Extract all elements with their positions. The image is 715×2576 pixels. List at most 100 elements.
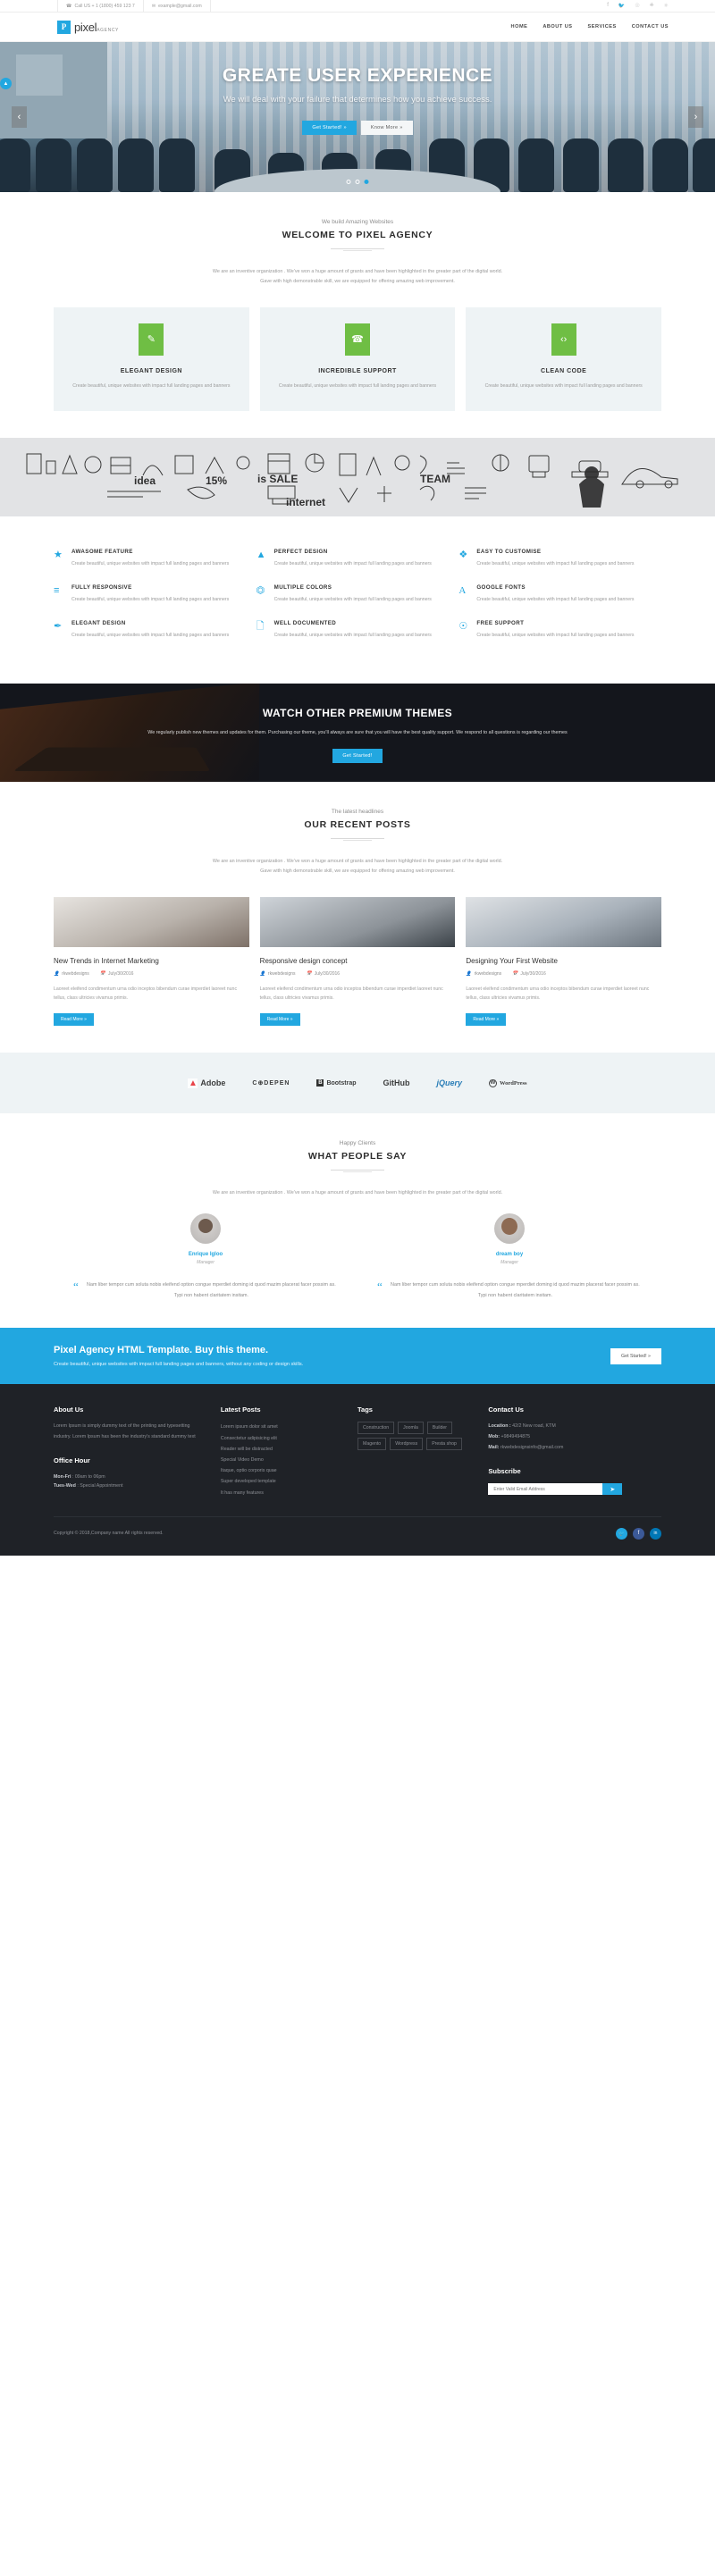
tag-item[interactable]: Joomla (398, 1422, 424, 1435)
feature-free-support[interactable]: ☉ FREE SUPPORT Create beautiful, unique … (458, 620, 661, 656)
nav-item-services[interactable]: SERVICES (588, 24, 617, 29)
post-thumbnail[interactable] (466, 896, 662, 947)
feature-well-documented[interactable]: 🗋 WELL DOCUMENTED Create beautiful, uniq… (257, 620, 459, 656)
post-thumbnail[interactable] (259, 896, 456, 947)
hero-dot-2[interactable] (355, 180, 360, 184)
post-read-more-button[interactable]: Read More » (54, 1013, 94, 1027)
feature-elegant-design[interactable]: ✒ ELEGANT DESIGN Create beautiful, uniqu… (54, 620, 257, 656)
adobe-logo[interactable]: ▲ Adobe (188, 1078, 225, 1088)
hero-next-arrow[interactable]: › (688, 106, 703, 128)
hero-slider: GREATE USER EXPERIENCE We will deal with… (0, 42, 715, 192)
list-item[interactable]: It has many features (221, 1488, 341, 1498)
list-item[interactable]: Special Video Demo (221, 1455, 341, 1465)
features-section: ★ AWASOME FEATURE Create beautiful, uniq… (0, 516, 715, 684)
pinterest-icon[interactable]: ☉ (635, 3, 639, 9)
calendar-icon: 📅 (306, 970, 312, 977)
service-card-elegant-design[interactable]: ✎ ELEGANT DESIGN Create beautiful, uniqu… (54, 306, 249, 411)
footer-contact-title: Contact Us (488, 1405, 524, 1414)
post-card[interactable]: New Trends in Internet Marketing 👤 rkwebd… (54, 896, 249, 1027)
hero-subtitle: We will deal with your failure that dete… (223, 95, 492, 105)
footer-bottom: Copyright © 2018,Company name All rights… (54, 1515, 661, 1540)
wordpress-logo[interactable]: W WordPress (489, 1078, 527, 1087)
hero-get-started-button[interactable]: Get Started! » (302, 120, 357, 135)
nav-item-about[interactable]: ABOUT US (543, 24, 572, 29)
testimonials-title: WHAT PEOPLE SAY (307, 1151, 408, 1162)
nav-item-contact[interactable]: CONTACT US (632, 24, 669, 29)
feature-multiple-colors[interactable]: ⏣ MULTIPLE COLORS Create beautiful, uniq… (257, 584, 459, 620)
nav-item-home[interactable]: HOME (511, 24, 528, 29)
subscribe-email-input[interactable] (488, 1483, 603, 1496)
topbar-phone[interactable]: ☎ Call US + 1 (1800) 459 123 7 (57, 0, 143, 13)
testimonials-eyebrow: Happy Clients (339, 1140, 376, 1147)
buy-theme-get-started-button[interactable]: Get Started! » (610, 1347, 661, 1364)
navbar: P pixelAGENCY HOME ABOUT US SERVICES CON… (0, 13, 715, 42)
scroll-top-badge[interactable]: ▲ (0, 78, 12, 89)
tag-item[interactable]: Wordpress (390, 1438, 424, 1451)
topbar-email[interactable]: ✉ example@gmail.com (142, 0, 211, 13)
list-item[interactable]: Consectetur adipisicing elit (221, 1433, 341, 1444)
facebook-icon[interactable]: f (633, 1527, 644, 1540)
hero-dot-3[interactable] (364, 180, 369, 184)
feature-perfect-design[interactable]: ▲ PERFECT DESIGN Create beautiful, uniqu… (257, 549, 459, 584)
linkedin-icon[interactable]: in (650, 1527, 661, 1540)
feature-google-fonts[interactable]: A GOOGLE FONTS Create beautiful, unique … (458, 584, 661, 620)
twitter-icon[interactable]: 🐦 (618, 3, 625, 9)
logo[interactable]: P pixelAGENCY (57, 20, 119, 34)
blog-eyebrow: The latest headlines (331, 808, 384, 815)
post-read-more-button[interactable]: Read More » (466, 1013, 507, 1027)
tag-item[interactable]: Presta shop (426, 1438, 462, 1451)
premium-get-started-button[interactable]: Get Started! (332, 749, 383, 764)
feature-title: AWASOME FEATURE (72, 548, 133, 555)
footer-latest-list: Lorem ipsum dolor sit amet Consectetur a… (221, 1422, 341, 1498)
jquery-logo[interactable]: jQuery (437, 1078, 463, 1087)
list-item[interactable]: Reader will be distracted (221, 1444, 341, 1455)
post-title: Responsive design concept (259, 956, 348, 965)
subscribe-form: ➤ (488, 1483, 623, 1496)
feature-desc: Create beautiful, unique websites with i… (476, 597, 635, 603)
list-item[interactable]: Lorem ipsum dolor sit amet (221, 1422, 341, 1432)
list-item[interactable]: Super developed template (221, 1476, 341, 1487)
feature-awasome-feature[interactable]: ★ AWASOME FEATURE Create beautiful, uniq… (54, 549, 257, 584)
tag-item[interactable]: Magento (358, 1438, 387, 1451)
service-card-clean-code[interactable]: ‹› CLEAN CODE Create beautiful, unique w… (466, 306, 662, 411)
section-divider (331, 248, 384, 251)
footer-contact-column: Contact Us Location : 42/2 New road, KTM… (488, 1405, 661, 1498)
card-desc: Create beautiful, unique websites with i… (484, 382, 643, 389)
welcome-section: We build Amazing Websites WELCOME TO PIX… (0, 192, 715, 438)
recent-posts-section: The latest headlines OUR RECENT POSTS We… (0, 782, 715, 1053)
facebook-icon[interactable]: f (607, 3, 609, 9)
footer-about-column: About Us Lorem Ipsum is simply dummy tex… (54, 1405, 221, 1498)
feature-desc: Create beautiful, unique websites with i… (72, 597, 230, 603)
document-icon: 🗋 (256, 621, 265, 633)
bootstrap-logo[interactable]: B Bootstrap (316, 1079, 357, 1087)
hero-buttons: Get Started! » Know More » (302, 120, 413, 135)
hero-dots (346, 180, 369, 184)
post-card[interactable]: Responsive design concept 👤 rkwebdesigns … (259, 896, 456, 1027)
post-card[interactable]: Designing Your First Website 👤 rkwebdesig… (466, 896, 662, 1027)
feature-fully-responsive[interactable]: ≡ FULLY RESPONSIVE Create beautiful, uni… (54, 584, 257, 620)
send-icon[interactable]: ➤ (602, 1483, 623, 1496)
google-plus-icon[interactable]: ⚛ (664, 3, 669, 9)
hero-dot-1[interactable] (346, 180, 351, 184)
hero-know-more-button[interactable]: Know More » (360, 120, 413, 135)
tag-item[interactable]: Construction (358, 1422, 395, 1435)
hero-prev-arrow[interactable]: ‹ (12, 106, 27, 128)
user-icon: 👤 (259, 970, 265, 977)
skype-icon[interactable]: ⎈ (650, 3, 654, 9)
list-item[interactable]: Itaque, optio corporis quae (221, 1465, 341, 1476)
twitter-icon[interactable]: 🐦 (616, 1527, 627, 1540)
card-title: CLEAN CODE (541, 367, 587, 374)
client-name: Adobe (200, 1078, 226, 1088)
welcome-desc-line2: Gave with high demonstrable skill, we ar… (260, 279, 455, 285)
footer-subscribe-title: Subscribe (488, 1467, 521, 1476)
tag-item[interactable]: Builder (426, 1422, 453, 1435)
github-logo[interactable]: GitHub (383, 1078, 410, 1087)
feature-easy-to-customise[interactable]: ❖ EASY TO CUSTOMISE Create beautiful, un… (458, 549, 661, 584)
post-read-more-button[interactable]: Read More » (259, 1013, 300, 1027)
contact-location-value: 42/2 New road, KTM (512, 1423, 556, 1430)
codepen-logo[interactable]: C⊕DEPEN (252, 1079, 290, 1087)
service-card-incredible-support[interactable]: ☎ INCREDIBLE SUPPORT Create beautiful, u… (259, 306, 456, 411)
client-name: WordPress (500, 1079, 527, 1087)
testimonial-quote: Nam liber tempor cum soluta nobis eleife… (391, 1281, 640, 1298)
post-thumbnail[interactable] (54, 896, 249, 947)
